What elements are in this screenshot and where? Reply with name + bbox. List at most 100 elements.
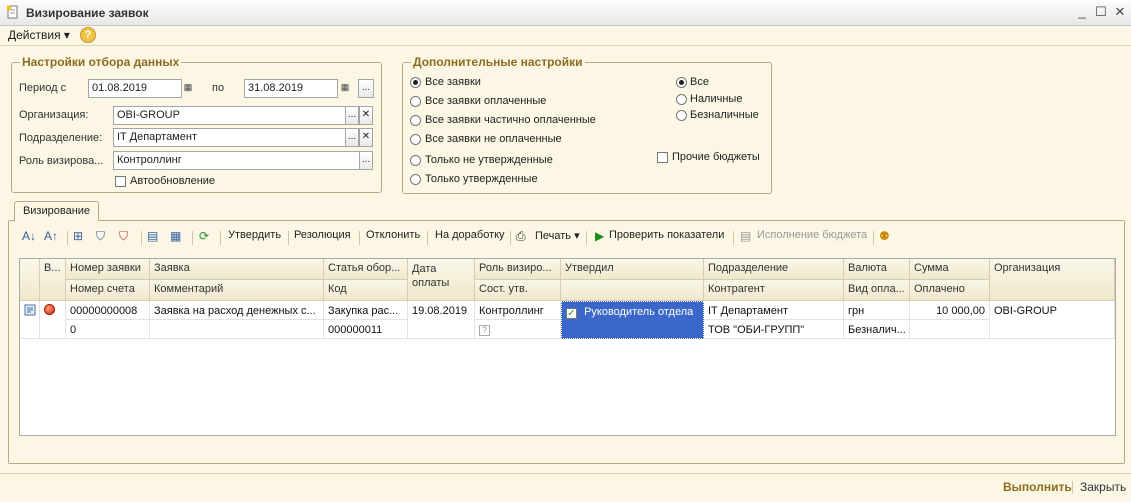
table-row-status-cell[interactable]	[40, 301, 66, 339]
cell-currency[interactable]: грн	[844, 301, 910, 320]
organization-select-button[interactable]: ...	[345, 106, 359, 125]
column-header-approved-by[interactable]: Утвердил	[561, 259, 704, 280]
column-header-comment[interactable]: Комментарий	[150, 280, 324, 301]
cell-pay-type[interactable]: Безналич...	[844, 320, 910, 339]
role-label: Роль визирова...	[19, 155, 104, 167]
close-button[interactable]: ✕	[1112, 4, 1128, 20]
cell-invoice[interactable]: 0	[66, 320, 150, 339]
cell-counterparty[interactable]: ТОВ "ОБИ-ГРУПП"	[704, 320, 844, 339]
radio-all-requests[interactable]	[410, 77, 421, 88]
cell-article[interactable]: Закупка рас...	[324, 301, 408, 320]
cell-approved-by[interactable]: ✓ Руководитель отдела	[561, 301, 704, 339]
column-header-request[interactable]: Заявка	[150, 259, 324, 280]
table-row-icon-cell[interactable]	[20, 301, 40, 339]
column-header-code[interactable]: Код	[324, 280, 408, 301]
department-input[interactable]: IT Департамент	[113, 128, 346, 147]
clear-filter-icon[interactable]: ⛉	[119, 229, 128, 244]
toolbar-separator	[359, 231, 360, 245]
users-icon[interactable]: ⚉	[879, 229, 890, 243]
role-input[interactable]: Контроллинг	[113, 151, 360, 170]
cell-pay-date[interactable]: 19.08.2019	[408, 301, 475, 339]
other-budgets-checkbox[interactable]	[657, 152, 668, 163]
autoupdate-checkbox[interactable]	[115, 176, 126, 187]
rework-button[interactable]: На доработку	[435, 229, 505, 241]
calendar-from-icon[interactable]: ▦	[180, 79, 196, 98]
maximize-button[interactable]: ☐	[1093, 4, 1109, 20]
sort-asc-icon[interactable]: A↓	[22, 229, 36, 243]
run-button[interactable]: Выполнить	[1003, 480, 1072, 494]
column-header-pay-type[interactable]: Вид опла...	[844, 280, 910, 301]
column-header-organization[interactable]: Организация	[990, 259, 1115, 301]
column-header-currency[interactable]: Валюта	[844, 259, 910, 280]
filter-settings-icon[interactable]: ⊞	[73, 229, 83, 243]
column-header-counterparty[interactable]: Контрагент	[704, 280, 844, 301]
column-header-article[interactable]: Статья обор...	[324, 259, 408, 280]
radio-partially-paid[interactable]	[410, 115, 421, 126]
column-header-number[interactable]: Номер заявки	[66, 259, 150, 280]
radio-not-paid[interactable]	[410, 134, 421, 145]
column-header-status[interactable]: Сост. утв.	[475, 280, 561, 301]
filter-icon[interactable]: ⛉	[96, 229, 105, 244]
toolbar-separator	[192, 231, 193, 245]
column-header-department[interactable]: Подразделение	[704, 259, 844, 280]
column-header-pay-date[interactable]: Дата оплаты	[408, 259, 475, 301]
column-header-amount[interactable]: Сумма	[910, 259, 990, 280]
window-title: Визирование заявок	[26, 6, 149, 20]
calendar-to-icon[interactable]: ▦	[337, 79, 353, 98]
budget-execution-button[interactable]: Исполнение бюджета	[757, 229, 867, 241]
period-select-button[interactable]: ...	[358, 79, 374, 98]
approved-checkbox[interactable]: ✓	[566, 308, 577, 319]
radio-pay-cash[interactable]	[676, 94, 687, 105]
cell-number[interactable]: 00000000008	[66, 301, 150, 320]
cell-amount[interactable]: 10 000,00	[910, 301, 990, 320]
help-icon[interactable]: ?	[80, 27, 96, 43]
red-status-icon	[44, 304, 55, 315]
radio-pay-cashless[interactable]	[676, 110, 687, 121]
actions-menu[interactable]: Действия ▾	[8, 28, 70, 42]
print-icon: ⎙	[516, 229, 526, 243]
department-select-button[interactable]: ...	[345, 128, 359, 147]
sort-desc-icon[interactable]: A↑	[44, 229, 58, 243]
date-to-input[interactable]: 31.08.2019	[244, 79, 338, 98]
radio-pay-all[interactable]	[676, 77, 687, 88]
check-indicators-button[interactable]: Проверить показатели	[609, 229, 724, 241]
cell-code[interactable]: 000000011	[324, 320, 408, 339]
unknown-status-icon: ?	[479, 325, 490, 336]
cell-department[interactable]: IT Департамент	[704, 301, 844, 320]
column-header-invoice[interactable]: Номер счета	[66, 280, 150, 301]
refresh-icon[interactable]: ⟳	[199, 229, 209, 243]
print-button[interactable]: Печать ▾	[535, 229, 580, 242]
filter-settings-legend: Настройки отбора данных	[20, 55, 182, 69]
column-header-paid[interactable]: Оплачено	[910, 280, 990, 301]
column-header-v[interactable]: В...	[40, 259, 66, 301]
resolution-button[interactable]: Резолюция	[294, 229, 351, 241]
cell-request[interactable]: Заявка на расход денежных с...	[150, 301, 324, 320]
organization-input[interactable]: OBI-GROUP	[113, 106, 346, 125]
play-icon: ▶	[595, 229, 605, 243]
approve-button[interactable]: Утвердить	[228, 229, 281, 241]
radio-pay-cash-label: Наличные	[690, 93, 743, 105]
output-list-icon[interactable]: ▦	[170, 229, 181, 243]
cell-organization[interactable]: OBI-GROUP	[990, 301, 1115, 339]
tab-vizirovanie[interactable]: Визирование	[14, 201, 99, 221]
radio-paid[interactable]	[410, 96, 421, 107]
cell-role[interactable]: Контроллинг	[475, 301, 561, 320]
department-clear-button[interactable]: ✕	[359, 128, 373, 147]
cell-comment[interactable]	[150, 320, 324, 339]
role-select-button[interactable]: ...	[359, 151, 373, 170]
cell-paid[interactable]	[910, 320, 990, 339]
minimize-button[interactable]: _	[1074, 4, 1090, 20]
cell-status[interactable]: ?	[475, 320, 561, 339]
radio-not-approved[interactable]	[410, 155, 421, 166]
column-header-role[interactable]: Роль визиро...	[475, 259, 561, 280]
radio-approved[interactable]	[410, 174, 421, 185]
reject-button[interactable]: Отклонить	[366, 229, 420, 241]
close-form-button[interactable]: Закрыть	[1080, 480, 1126, 494]
toolbar-separator	[510, 231, 511, 245]
toolbar-separator	[67, 231, 68, 245]
toolbar-separator	[288, 231, 289, 245]
organization-clear-button[interactable]: ✕	[359, 106, 373, 125]
radio-partially-paid-label: Все заявки частично оплаченные	[425, 114, 596, 126]
date-from-input[interactable]: 01.08.2019	[88, 79, 182, 98]
list-settings-icon[interactable]: ▤	[147, 229, 158, 243]
